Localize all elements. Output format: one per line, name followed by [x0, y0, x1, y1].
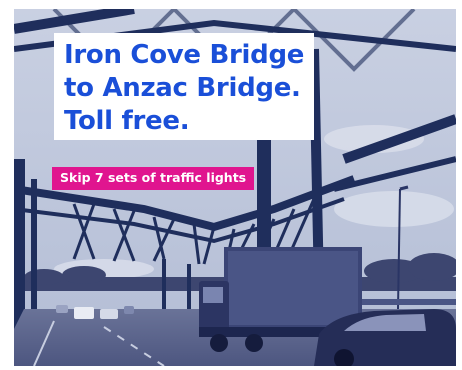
- ad-banner[interactable]: Iron Cove Bridge to Anzac Bridge. Toll f…: [14, 9, 456, 366]
- headline-line-2: to Anzac Bridge.: [64, 73, 301, 103]
- headline-box: Iron Cove Bridge to Anzac Bridge. Toll f…: [54, 33, 315, 140]
- headline-line-3: Toll free.: [64, 106, 190, 136]
- tagline-badge: Skip 7 sets of traffic lights: [52, 167, 255, 190]
- headline-line-1: Iron Cove Bridge: [64, 40, 305, 70]
